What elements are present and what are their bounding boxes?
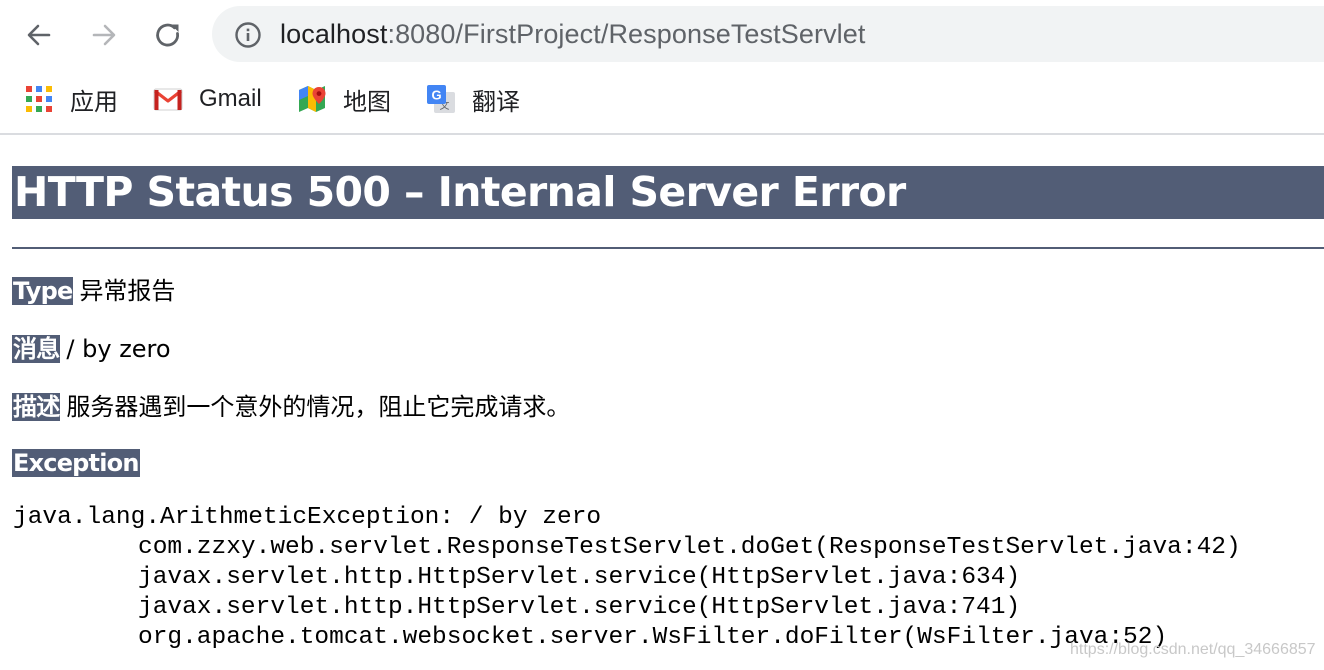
stack-line: org.apache.tomcat.websocket.server.WsFil… (138, 624, 1168, 651)
type-value: 异常报告 (79, 277, 176, 305)
bookmark-label: 翻译 (472, 88, 520, 116)
bookmark-label: 地图 (343, 88, 391, 116)
bookmark-apps[interactable]: 应用 (24, 82, 118, 116)
stack-line: java.lang.ArithmeticException: / by zero (13, 504, 602, 531)
page-title-text: HTTP Status 500 – Internal Server Error (14, 168, 906, 216)
page-title: HTTP Status 500 – Internal Server Error (12, 166, 1324, 219)
info-circle-icon[interactable] (234, 21, 262, 49)
gmail-icon (153, 88, 183, 111)
forward-button[interactable] (81, 12, 127, 58)
description-row: 描述 服务器遇到一个意外的情况，阻止它完成请求。 (12, 392, 570, 422)
reload-button[interactable] (145, 12, 191, 58)
bookmark-translate[interactable]: 文 G 翻译 (426, 82, 520, 116)
description-value: 服务器遇到一个意外的情况，阻止它完成请求。 (66, 393, 571, 421)
url-text[interactable]: localhost:8080/FirstProject/ResponseTest… (280, 19, 865, 49)
browser-toolbar: localhost:8080/FirstProject/ResponseTest… (0, 0, 1324, 68)
back-button[interactable] (16, 12, 62, 58)
bookmarks-bar: 应用 Gmail 地图 文 G 翻译 (0, 68, 1324, 134)
maps-icon (299, 86, 326, 112)
stack-line: javax.servlet.http.HttpServlet.service(H… (138, 594, 1021, 621)
apps-grid-icon (26, 86, 52, 112)
url-path: :8080/FirstProject/ResponseTestServlet (387, 19, 866, 49)
reload-icon (156, 23, 179, 47)
title-divider (12, 247, 1324, 249)
watermark: https://blog.csdn.net/qq_34666857 (1070, 641, 1316, 658)
arrow-left-icon (27, 24, 51, 46)
stack-line: com.zzxy.web.servlet.ResponseTestServlet… (138, 534, 1241, 561)
translate-icon: 文 G (427, 85, 455, 113)
bookmark-maps[interactable]: 地图 (297, 82, 391, 116)
description-label: 描述 (12, 393, 61, 421)
message-row: 消息 / by zero (12, 334, 171, 364)
exception-row: Exception (12, 448, 140, 478)
svg-text:G: G (431, 88, 441, 103)
message-label: 消息 (12, 335, 61, 363)
message-value: / by zero (66, 335, 171, 363)
stack-line: javax.servlet.http.HttpServlet.service(H… (138, 564, 1021, 591)
stack-trace: java.lang.ArithmeticException: / by zero… (13, 503, 1241, 653)
exception-label: Exception (12, 449, 140, 477)
url-host: localhost (280, 19, 388, 49)
type-label: Type (12, 277, 74, 305)
address-bar[interactable]: localhost:8080/FirstProject/ResponseTest… (212, 6, 1324, 62)
bookmark-label: Gmail (199, 85, 262, 112)
bookmark-gmail[interactable]: Gmail (153, 82, 262, 116)
type-row: Type 异常报告 (12, 276, 175, 306)
bookmark-label: 应用 (70, 88, 118, 116)
arrow-right-icon (92, 24, 116, 46)
page-content: HTTP Status 500 – Internal Server Error … (0, 135, 1324, 670)
